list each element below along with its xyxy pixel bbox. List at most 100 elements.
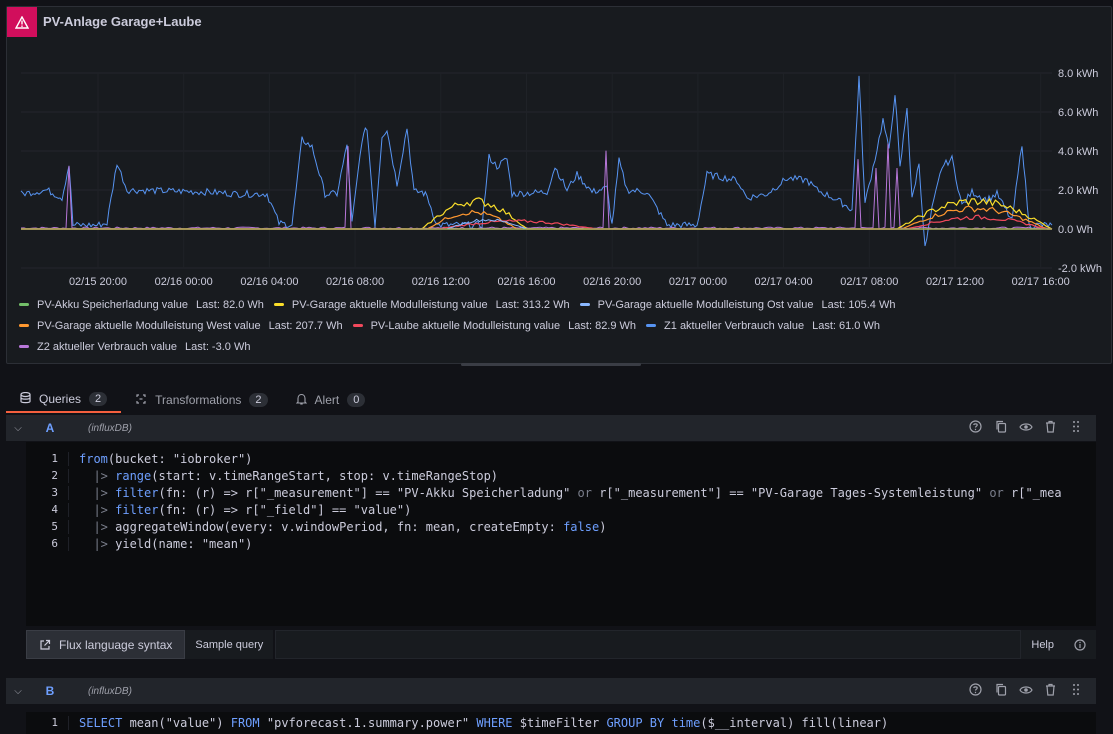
legend-last-value: Last: 82.0 Wh [196, 298, 264, 311]
legend-item[interactable]: Z2 aktueller Verbrauch value Last: -3.0 W… [19, 341, 250, 353]
copy-icon[interactable] [988, 420, 1013, 436]
tab-transformations-label: Transformations [155, 393, 242, 407]
code-line[interactable]: 2 |> range(start: v.timeRangeStart, stop… [26, 467, 1096, 484]
code-token: filter [115, 502, 159, 517]
trash-icon[interactable] [1038, 683, 1063, 699]
legend-item[interactable]: PV-Akku Speicherladung value Last: 82.0 W… [19, 299, 264, 311]
query-a-name[interactable]: A [30, 421, 70, 435]
code-token: false [563, 519, 600, 534]
query-b-header[interactable]: ⌵ B (influxDB) [6, 678, 1096, 704]
line-number: 3 [51, 486, 58, 499]
legend-swatch [19, 345, 29, 348]
legend-item[interactable]: PV-Garage aktuelle Modulleistung West va… [19, 320, 343, 332]
sample-query-select[interactable] [275, 630, 1022, 659]
legend-item[interactable]: PV-Garage aktuelle Modulleistung Ost val… [579, 298, 896, 311]
tab-transformations-count: 2 [249, 393, 268, 407]
line-chart[interactable]: 8.0 kWh 6.0 kWh 4.0 kWh 2.0 kWh 0.0 Wh -2.0 k… [7, 7, 1113, 292]
code-token: |> [79, 502, 116, 517]
code-line[interactable]: 1 from(bucket: "iobroker") [26, 450, 1096, 467]
line-number: 1 [51, 716, 58, 729]
bell-icon [295, 393, 307, 408]
drag-handle-icon[interactable] [1063, 420, 1088, 436]
panel-resize-handle[interactable] [461, 363, 641, 366]
line-number: 1 [51, 452, 58, 465]
query-a-code-editor[interactable]: 1 from(bucket: "iobroker") 2 |> range(st… [26, 442, 1096, 626]
legend-item[interactable]: PV-Garage aktuelle Modulleistung value La… [273, 298, 570, 311]
series-line-2[interactable] [21, 197, 1052, 230]
legend-last-value: Last: 313.2 Wh [495, 298, 570, 311]
code-token: r["_measurement"] == "PV-Garage Tages-Sy… [591, 485, 990, 500]
legend-swatch [19, 303, 29, 306]
legend-last-value: Last: 207.7 Wh [268, 319, 343, 332]
legend-swatch [352, 324, 363, 327]
code-token: or [577, 485, 592, 500]
series-line-6[interactable] [20, 75, 1053, 247]
series-line-4[interactable] [21, 205, 1052, 230]
tab-queries-label: Queries [39, 392, 82, 406]
help-button[interactable]: Help [1021, 630, 1064, 659]
y-tick-label: 0.0 Wh [1058, 224, 1093, 236]
code-token: (fn: (r) => r["_measurement"] == "PV-Akk… [158, 485, 578, 500]
legend-label: Z2 aktueller Verbrauch value [37, 340, 178, 353]
code-token: range [115, 468, 152, 483]
x-tick-label: 02/16 20:00 [583, 276, 641, 288]
y-tick-label: -2.0 kWh [1058, 263, 1102, 275]
legend-last-value: Last: 82.9 Wh [568, 319, 637, 332]
x-tick-label: 02/16 04:00 [240, 276, 298, 288]
code-line[interactable]: 3 |> filter(fn: (r) => r["_measurement"]… [26, 484, 1096, 501]
legend-label: Z1 aktueller Verbrauch value [664, 319, 805, 332]
x-tick-label: 02/17 00:00 [669, 276, 727, 288]
code-token: |> [79, 536, 116, 551]
query-b-code-editor[interactable]: 1 SELECT mean("value") FROM "pvforecast.… [26, 712, 1096, 734]
series-line-5[interactable] [21, 214, 1052, 230]
sample-query-button[interactable]: Sample query [185, 630, 274, 659]
y-tick-label: 2.0 kWh [1058, 185, 1098, 197]
legend-item[interactable]: Z1 aktueller Verbrauch value Last: 61.0 W… [646, 320, 880, 332]
code-token: yield(name: "mean") [115, 536, 253, 551]
help-circle-icon[interactable] [963, 420, 988, 436]
tab-alert[interactable]: Alert 0 [282, 387, 380, 413]
chevron-down-icon[interactable]: ⌵ [6, 686, 30, 697]
info-circle-icon[interactable] [1064, 630, 1096, 659]
flux-syntax-button[interactable]: Flux language syntax [26, 630, 186, 659]
tab-queries[interactable]: Queries 2 [6, 387, 122, 413]
y-tick-label: 4.0 kWh [1058, 146, 1098, 158]
editor-tabs: Queries 2 Transformations 2 Alert 0 [6, 387, 379, 414]
x-tick-label: 02/16 16:00 [497, 276, 555, 288]
query-b-name[interactable]: B [30, 684, 70, 698]
query-a-header[interactable]: ⌵ A (influxDB) [6, 415, 1096, 441]
legend-label: PV-Garage aktuelle Modulleistung value [291, 298, 488, 311]
x-tick-label: 02/16 00:00 [155, 276, 213, 288]
series-line-2[interactable] [21, 197, 1053, 230]
series-line-7[interactable] [20, 143, 1051, 230]
tab-alert-label: Alert [314, 393, 340, 407]
code-line[interactable]: 6 |> yield(name: "mean") [26, 535, 1096, 552]
help-circle-icon[interactable] [963, 683, 988, 699]
x-tick-label: 02/17 16:00 [1012, 276, 1070, 288]
line-number: 4 [51, 503, 58, 516]
series-line-4[interactable] [21, 209, 1052, 230]
code-token: filter [115, 485, 159, 500]
eye-icon[interactable] [1013, 684, 1038, 698]
legend-item[interactable]: PV-Laube aktuelle Modulleistung value Las… [352, 319, 637, 332]
legend-label: PV-Garage aktuelle Modulleistung Ost val… [597, 298, 814, 311]
x-tick-label: 02/17 12:00 [926, 276, 984, 288]
tab-transformations[interactable]: Transformations 2 [121, 387, 281, 413]
code-line[interactable]: 1 SELECT mean("value") FROM "pvforecast.… [26, 714, 1096, 731]
code-token: from [79, 451, 108, 466]
code-token: SELECT [79, 715, 123, 730]
copy-icon[interactable] [988, 683, 1013, 699]
code-token: $timeFilter [512, 715, 607, 730]
database-icon [20, 391, 31, 407]
eye-icon[interactable] [1013, 421, 1038, 435]
drag-handle-icon[interactable] [1063, 683, 1088, 699]
legend-last-value: Last: 61.0 Wh [812, 319, 880, 332]
code-token: GROUP BY [606, 715, 665, 730]
legend-last-value: Last: 105.4 Wh [821, 298, 896, 311]
code-line[interactable]: 5 |> aggregateWindow(every: v.windowPeri… [26, 518, 1096, 535]
trash-icon[interactable] [1038, 420, 1063, 436]
code-line[interactable]: 4 |> filter(fn: (r) => r["_field"] == "v… [26, 501, 1096, 518]
chevron-down-icon[interactable]: ⌵ [6, 423, 30, 434]
legend-swatch [646, 324, 657, 327]
legend-row: Z2 aktueller Verbrauch value Last: -3.0 W… [19, 336, 1099, 357]
